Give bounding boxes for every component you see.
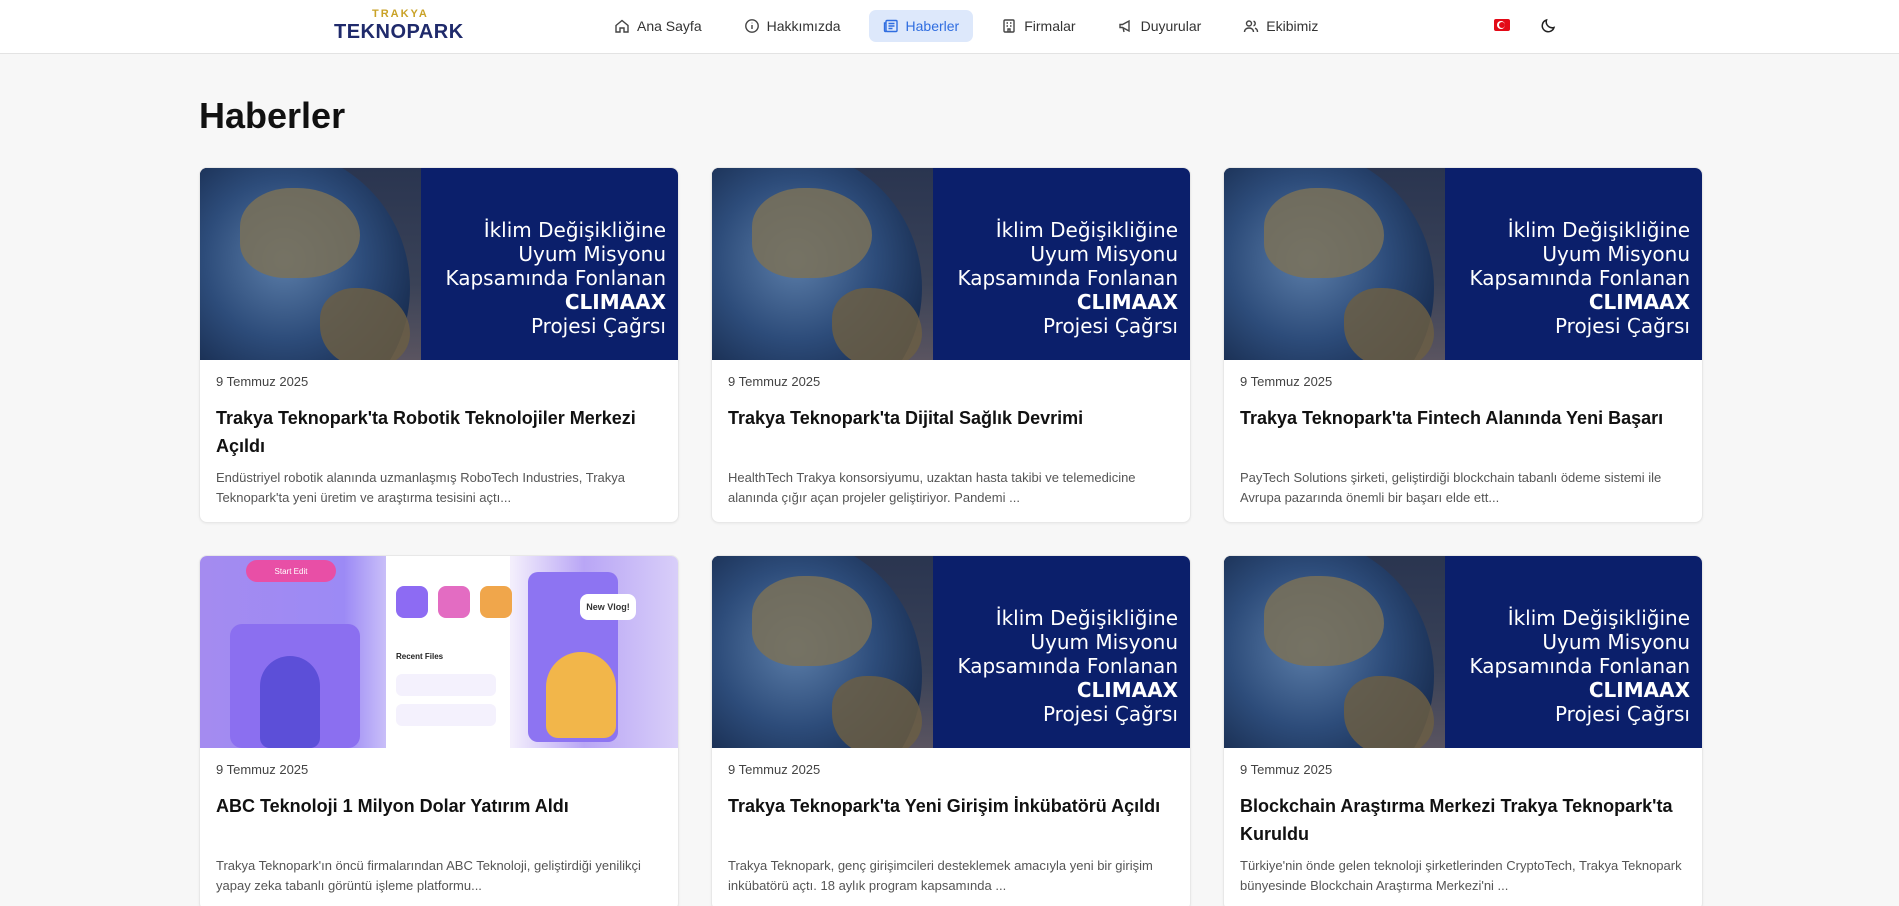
new-vlog-bubble: New Vlog! — [580, 594, 636, 620]
globe-illustration — [712, 556, 933, 748]
users-icon — [1244, 20, 1259, 33]
news-excerpt: Trakya Teknopark'ın öncü firmalarından A… — [216, 858, 641, 893]
news-title[interactable]: Blockchain Araştırma Merkezi Trakya Tekn… — [1240, 792, 1686, 848]
news-image: İklim Değişikliğine Uyum Misyonu Kapsamı… — [1224, 168, 1702, 360]
news-card[interactable]: İklim Değişikliğine Uyum Misyonu Kapsamı… — [711, 555, 1191, 906]
nav-label: Firmalar — [1024, 18, 1076, 34]
news-title[interactable]: ABC Teknoloji 1 Milyon Dolar Yatırım Ald… — [216, 792, 662, 848]
nav-item-ana-sayfa[interactable]: Ana Sayfa — [600, 10, 716, 42]
news-title[interactable]: Trakya Teknopark'ta Dijital Sağlık Devri… — [728, 404, 1174, 460]
megaphone-icon — [1118, 19, 1130, 33]
banner-text: İklim Değişikliğine Uyum Misyonu Kapsamı… — [445, 218, 666, 338]
nav-item-hakkimizda[interactable]: Hakkımızda — [730, 10, 855, 42]
news-image: İklim Değişikliğine Uyum Misyonu Kapsamı… — [200, 168, 678, 360]
nav-label: Ekibimiz — [1266, 18, 1319, 34]
nav-item-firmalar[interactable]: Firmalar — [987, 10, 1089, 42]
moon-icon[interactable] — [1540, 16, 1558, 34]
news-title[interactable]: Trakya Teknopark'ta Fintech Alanında Yen… — [1240, 404, 1686, 460]
news-card[interactable]: Start Edit Recent Files New Vlog! 9 Temm… — [199, 555, 679, 906]
nav-item-haberler[interactable]: Haberler — [868, 10, 974, 42]
news-card[interactable]: İklim Değişikliğine Uyum Misyonu Kapsamı… — [1223, 555, 1703, 906]
teknopark-logo[interactable]: TRAKYA TEKNOPARK — [334, 8, 464, 46]
logo-subtitle: TRAKYA — [372, 8, 429, 20]
globe-illustration — [1224, 556, 1445, 748]
nav-item-duyurular[interactable]: Duyurular — [1104, 10, 1216, 42]
news-card[interactable]: İklim Değişikliğine Uyum Misyonu Kapsamı… — [199, 167, 679, 523]
news-image: İklim Değişikliğine Uyum Misyonu Kapsamı… — [1224, 556, 1702, 748]
main-nav: Ana Sayfa Hakkımızda Haberler Firmalar D… — [600, 10, 1332, 42]
news-excerpt: PayTech Solutions şirketi, geliştirdiği … — [1240, 470, 1662, 505]
banner-text: İklim Değişikliğine Uyum Misyonu Kapsamı… — [1469, 606, 1690, 726]
news-image: Start Edit Recent Files New Vlog! — [200, 556, 678, 748]
news-title[interactable]: Trakya Teknopark'ta Yeni Girişim İnkübat… — [728, 792, 1174, 848]
globe-illustration — [712, 168, 933, 360]
phone-screen-illustration: Recent Files — [386, 556, 512, 748]
recent-files-label: Recent Files — [396, 652, 444, 661]
building-icon — [1003, 19, 1015, 33]
flag-crescent-inner — [1499, 22, 1505, 28]
newspaper-icon — [883, 19, 898, 33]
home-icon — [615, 19, 629, 33]
news-date: 9 Temmuz 2025 — [1240, 374, 1333, 389]
nav-label: Hakkımızda — [766, 18, 841, 34]
start-edit-pill: Start Edit — [246, 560, 336, 582]
news-excerpt: Endüstriyel robotik alanında uzmanlaşmış… — [216, 470, 625, 505]
top-navbar: TRAKYA TEKNOPARK Ana Sayfa Hakkımızda Ha… — [0, 0, 1899, 54]
logo-title: TEKNOPARK — [334, 21, 464, 43]
person-illustration — [260, 656, 320, 748]
banner-text: İklim Değişikliğine Uyum Misyonu Kapsamı… — [957, 606, 1178, 726]
nav-item-ekibimiz[interactable]: Ekibimiz — [1229, 10, 1332, 42]
news-date: 9 Temmuz 2025 — [728, 762, 821, 777]
news-excerpt: Türkiye'nin önde gelen teknoloji şirketl… — [1240, 858, 1682, 893]
news-image: İklim Değişikliğine Uyum Misyonu Kapsamı… — [712, 168, 1190, 360]
news-image: İklim Değişikliğine Uyum Misyonu Kapsamı… — [712, 556, 1190, 748]
nav-label: Ana Sayfa — [637, 18, 702, 34]
banner-text: İklim Değişikliğine Uyum Misyonu Kapsamı… — [957, 218, 1178, 338]
info-icon — [744, 19, 759, 33]
turkey-flag-icon[interactable] — [1494, 19, 1510, 31]
news-date: 9 Temmuz 2025 — [728, 374, 821, 389]
globe-illustration — [1224, 168, 1445, 360]
news-title[interactable]: Trakya Teknopark'ta Robotik Teknolojiler… — [216, 404, 662, 460]
nav-label: Haberler — [905, 18, 960, 34]
globe-illustration — [200, 168, 421, 360]
news-excerpt: HealthTech Trakya konsorsiyumu, uzaktan … — [728, 470, 1136, 505]
news-grid: İklim Değişikliğine Uyum Misyonu Kapsamı… — [199, 167, 1703, 906]
nav-label: Duyurular — [1140, 18, 1202, 34]
news-date: 9 Temmuz 2025 — [216, 374, 309, 389]
character-illustration — [546, 652, 616, 738]
news-card[interactable]: İklim Değişikliğine Uyum Misyonu Kapsamı… — [711, 167, 1191, 523]
news-date: 9 Temmuz 2025 — [1240, 762, 1333, 777]
news-card[interactable]: İklim Değişikliğine Uyum Misyonu Kapsamı… — [1223, 167, 1703, 523]
news-excerpt: Trakya Teknopark, genç girişimcileri des… — [728, 858, 1153, 893]
news-date: 9 Temmuz 2025 — [216, 762, 309, 777]
page-title: Haberler — [199, 95, 346, 136]
banner-text: İklim Değişikliğine Uyum Misyonu Kapsamı… — [1469, 218, 1690, 338]
